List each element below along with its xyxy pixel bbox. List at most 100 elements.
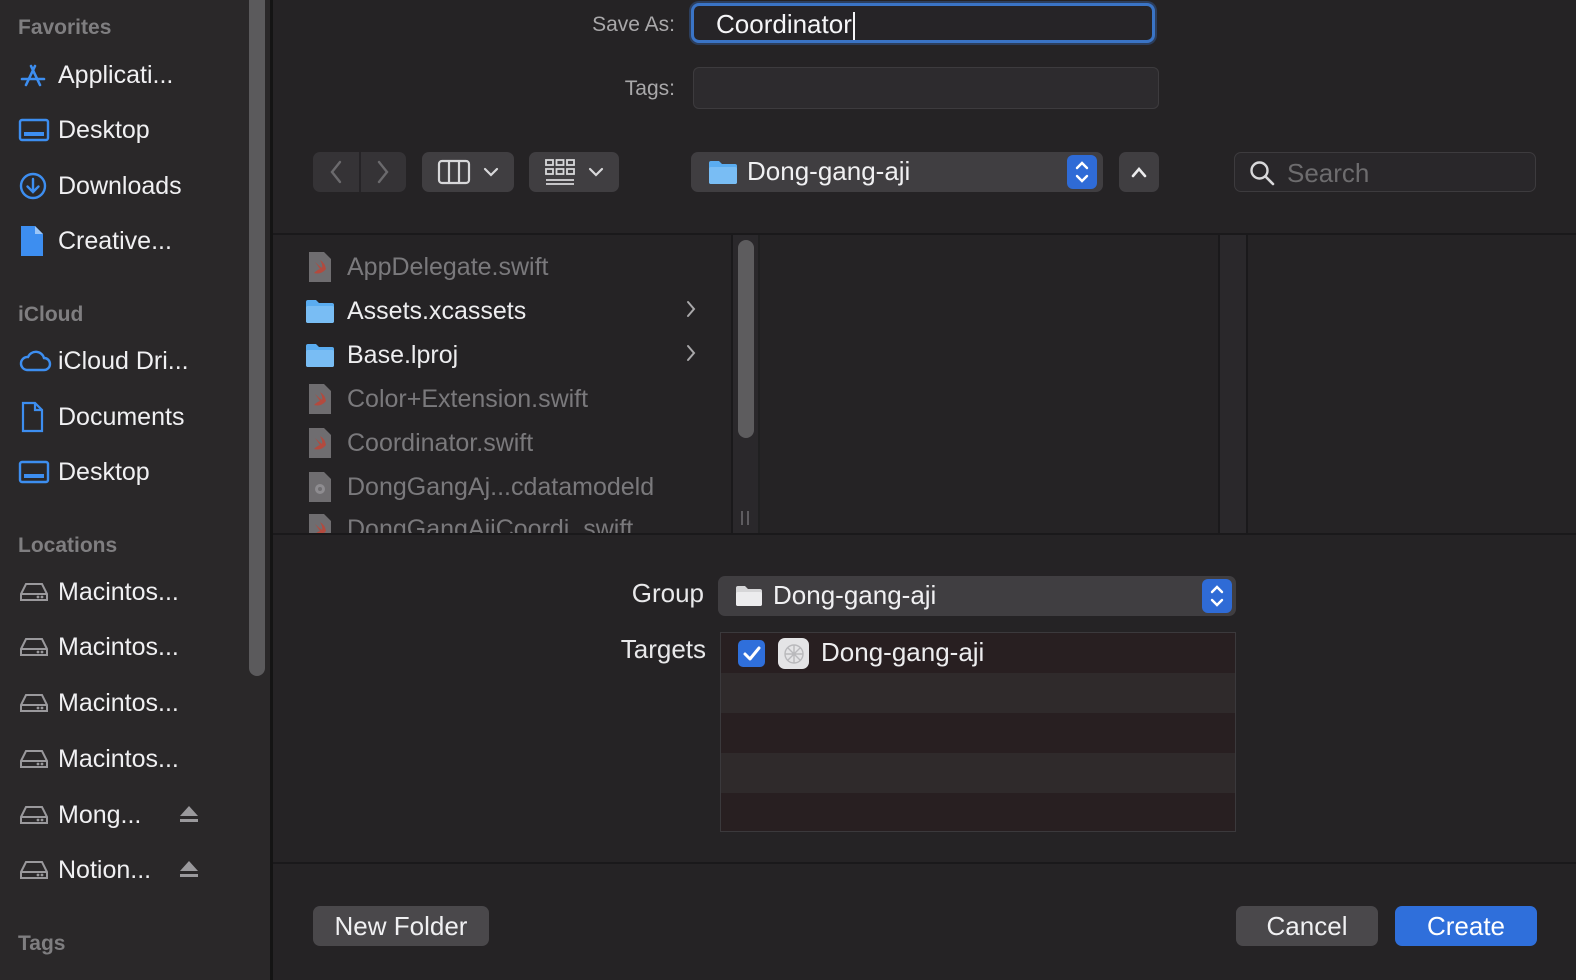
folder-item[interactable]: Assets.xcassets	[305, 291, 705, 331]
file-item[interactable]: Color+Extension.swift	[305, 379, 705, 419]
file-name: Assets.xcassets	[347, 296, 527, 325]
column-resize-handle[interactable]	[738, 510, 752, 526]
divider	[273, 533, 1576, 535]
sidebar-item-label: Macintos...	[58, 577, 179, 606]
save-as-label: Save As:	[592, 13, 675, 36]
swift-file-icon	[309, 514, 331, 533]
sidebar-item-desktop[interactable]: Desktop	[0, 105, 245, 155]
file-name: AppDelegate.swift	[347, 252, 549, 281]
up-down-chevron-icon	[1210, 585, 1224, 607]
tags-heading: Tags	[18, 932, 66, 955]
file-item[interactable]: AppDelegate.swift	[305, 247, 705, 287]
swift-file-icon	[309, 428, 331, 458]
cancel-button[interactable]: Cancel	[1236, 906, 1378, 946]
up-down-chevron-icon	[1075, 161, 1089, 183]
sidebar-item-disk[interactable]: Macintos...	[0, 734, 245, 784]
column-divider	[758, 235, 760, 533]
popup-stepper	[1067, 155, 1097, 189]
file-name: Base.lproj	[347, 340, 459, 369]
target-row[interactable]: Dong-gang-aji	[721, 633, 1235, 673]
file-name: DongGangAj...cdatamodeld	[347, 472, 655, 501]
new-folder-button[interactable]: New Folder	[313, 906, 489, 946]
disk-icon	[18, 686, 58, 720]
file-item[interactable]: Coordinator.swift	[305, 423, 705, 463]
column-divider	[1246, 235, 1248, 533]
target-name: Dong-gang-aji	[821, 637, 985, 667]
file-name: DongGangAjiCoordi..swift	[347, 514, 634, 534]
column-scrollbar[interactable]	[738, 240, 754, 438]
chevron-right-icon	[687, 345, 696, 361]
folder-item[interactable]: Base.lproj	[305, 335, 705, 375]
disk-icon	[18, 798, 58, 832]
disk-icon	[18, 853, 58, 887]
sidebar-item-documents[interactable]: Documents	[0, 392, 245, 442]
tags-field[interactable]	[693, 67, 1159, 109]
sidebar-item-label: Applicati...	[58, 60, 174, 89]
sidebar-item-label: Downloads	[58, 171, 182, 200]
chevron-right-icon	[687, 301, 696, 317]
sidebar-item-icloud-desktop[interactable]: Desktop	[0, 447, 245, 497]
column-gutter	[1220, 235, 1246, 533]
create-button[interactable]: Create	[1395, 906, 1537, 946]
file-list: AppDelegate.swift Assets.xcassets Base.l…	[273, 235, 731, 533]
eject-icon[interactable]	[178, 804, 200, 829]
disk-icon	[18, 575, 58, 609]
group-label: Group	[631, 578, 704, 608]
group-popup-label: Dong-gang-aji	[773, 580, 937, 610]
empty-row	[721, 713, 1235, 753]
sidebar-item-label: Creative...	[58, 226, 172, 255]
sidebar-item-applications[interactable]: Applicati...	[0, 50, 245, 100]
folder-icon	[709, 161, 737, 184]
sidebar-item-creative[interactable]: Creative...	[0, 216, 245, 266]
nav-buttons	[313, 152, 406, 192]
swift-file-icon	[309, 252, 331, 282]
sidebar-item-label: Notion...	[58, 855, 152, 884]
empty-row	[721, 673, 1235, 713]
forward-button[interactable]	[361, 152, 407, 192]
app-icon	[778, 638, 809, 669]
icloud-icon	[18, 344, 58, 378]
disk-icon	[18, 630, 58, 664]
sidebar-scrollbar[interactable]	[249, 0, 265, 676]
sidebar-item-downloads[interactable]: Downloads	[0, 161, 245, 211]
view-mode-button[interactable]	[422, 152, 514, 192]
eject-icon[interactable]	[178, 859, 200, 884]
file-item[interactable]: DongGangAjiCoordi..swift	[305, 509, 705, 533]
group-by-button[interactable]	[529, 152, 619, 192]
sidebar-item-label: Mong...	[58, 800, 142, 829]
save-as-field[interactable]: Coordinator	[691, 3, 1155, 43]
targets-list: Dong-gang-aji	[720, 632, 1236, 832]
sidebar-item-label: Macintos...	[58, 688, 179, 717]
downloads-icon	[18, 169, 58, 203]
chevron-up-icon	[1131, 167, 1147, 178]
target-checkbox[interactable]	[738, 640, 765, 667]
chevron-down-icon	[483, 167, 499, 177]
group-popup[interactable]: Dong-gang-aji	[718, 576, 1236, 616]
sidebar-item-notion[interactable]: Notion...	[0, 845, 245, 895]
location-popup-label: Dong-gang-aji	[747, 156, 911, 186]
icloud-heading: iCloud	[18, 303, 84, 326]
divider	[273, 862, 1576, 864]
sidebar-item-icloud-drive[interactable]: iCloud Dri...	[0, 336, 245, 386]
sidebar-item-disk[interactable]: Macintos...	[0, 622, 245, 672]
sidebar-item-disk[interactable]: Macintos...	[0, 678, 245, 728]
desktop-icon	[18, 455, 58, 489]
location-popup[interactable]: Dong-gang-aji	[691, 152, 1103, 192]
chevron-right-icon	[378, 160, 389, 184]
collapse-button[interactable]	[1119, 152, 1159, 192]
search-placeholder: Search	[1287, 158, 1370, 188]
empty-row	[721, 793, 1235, 831]
search-field[interactable]: Search	[1234, 152, 1536, 192]
document-outline-icon	[18, 400, 58, 434]
grid-icon	[545, 159, 575, 185]
columns-view-icon	[437, 159, 471, 185]
sidebar-item-disk[interactable]: Macintos...	[0, 567, 245, 617]
back-button[interactable]	[313, 152, 361, 192]
search-icon	[1250, 161, 1275, 186]
sidebar-item-mong[interactable]: Mong...	[0, 790, 245, 840]
sidebar: Favorites Applicati... Desktop Downloads…	[0, 0, 270, 980]
file-name: Coordinator.swift	[347, 428, 534, 457]
datamodel-file-icon	[309, 472, 331, 502]
document-icon	[18, 224, 58, 258]
file-item[interactable]: DongGangAj...cdatamodeld	[305, 467, 705, 507]
